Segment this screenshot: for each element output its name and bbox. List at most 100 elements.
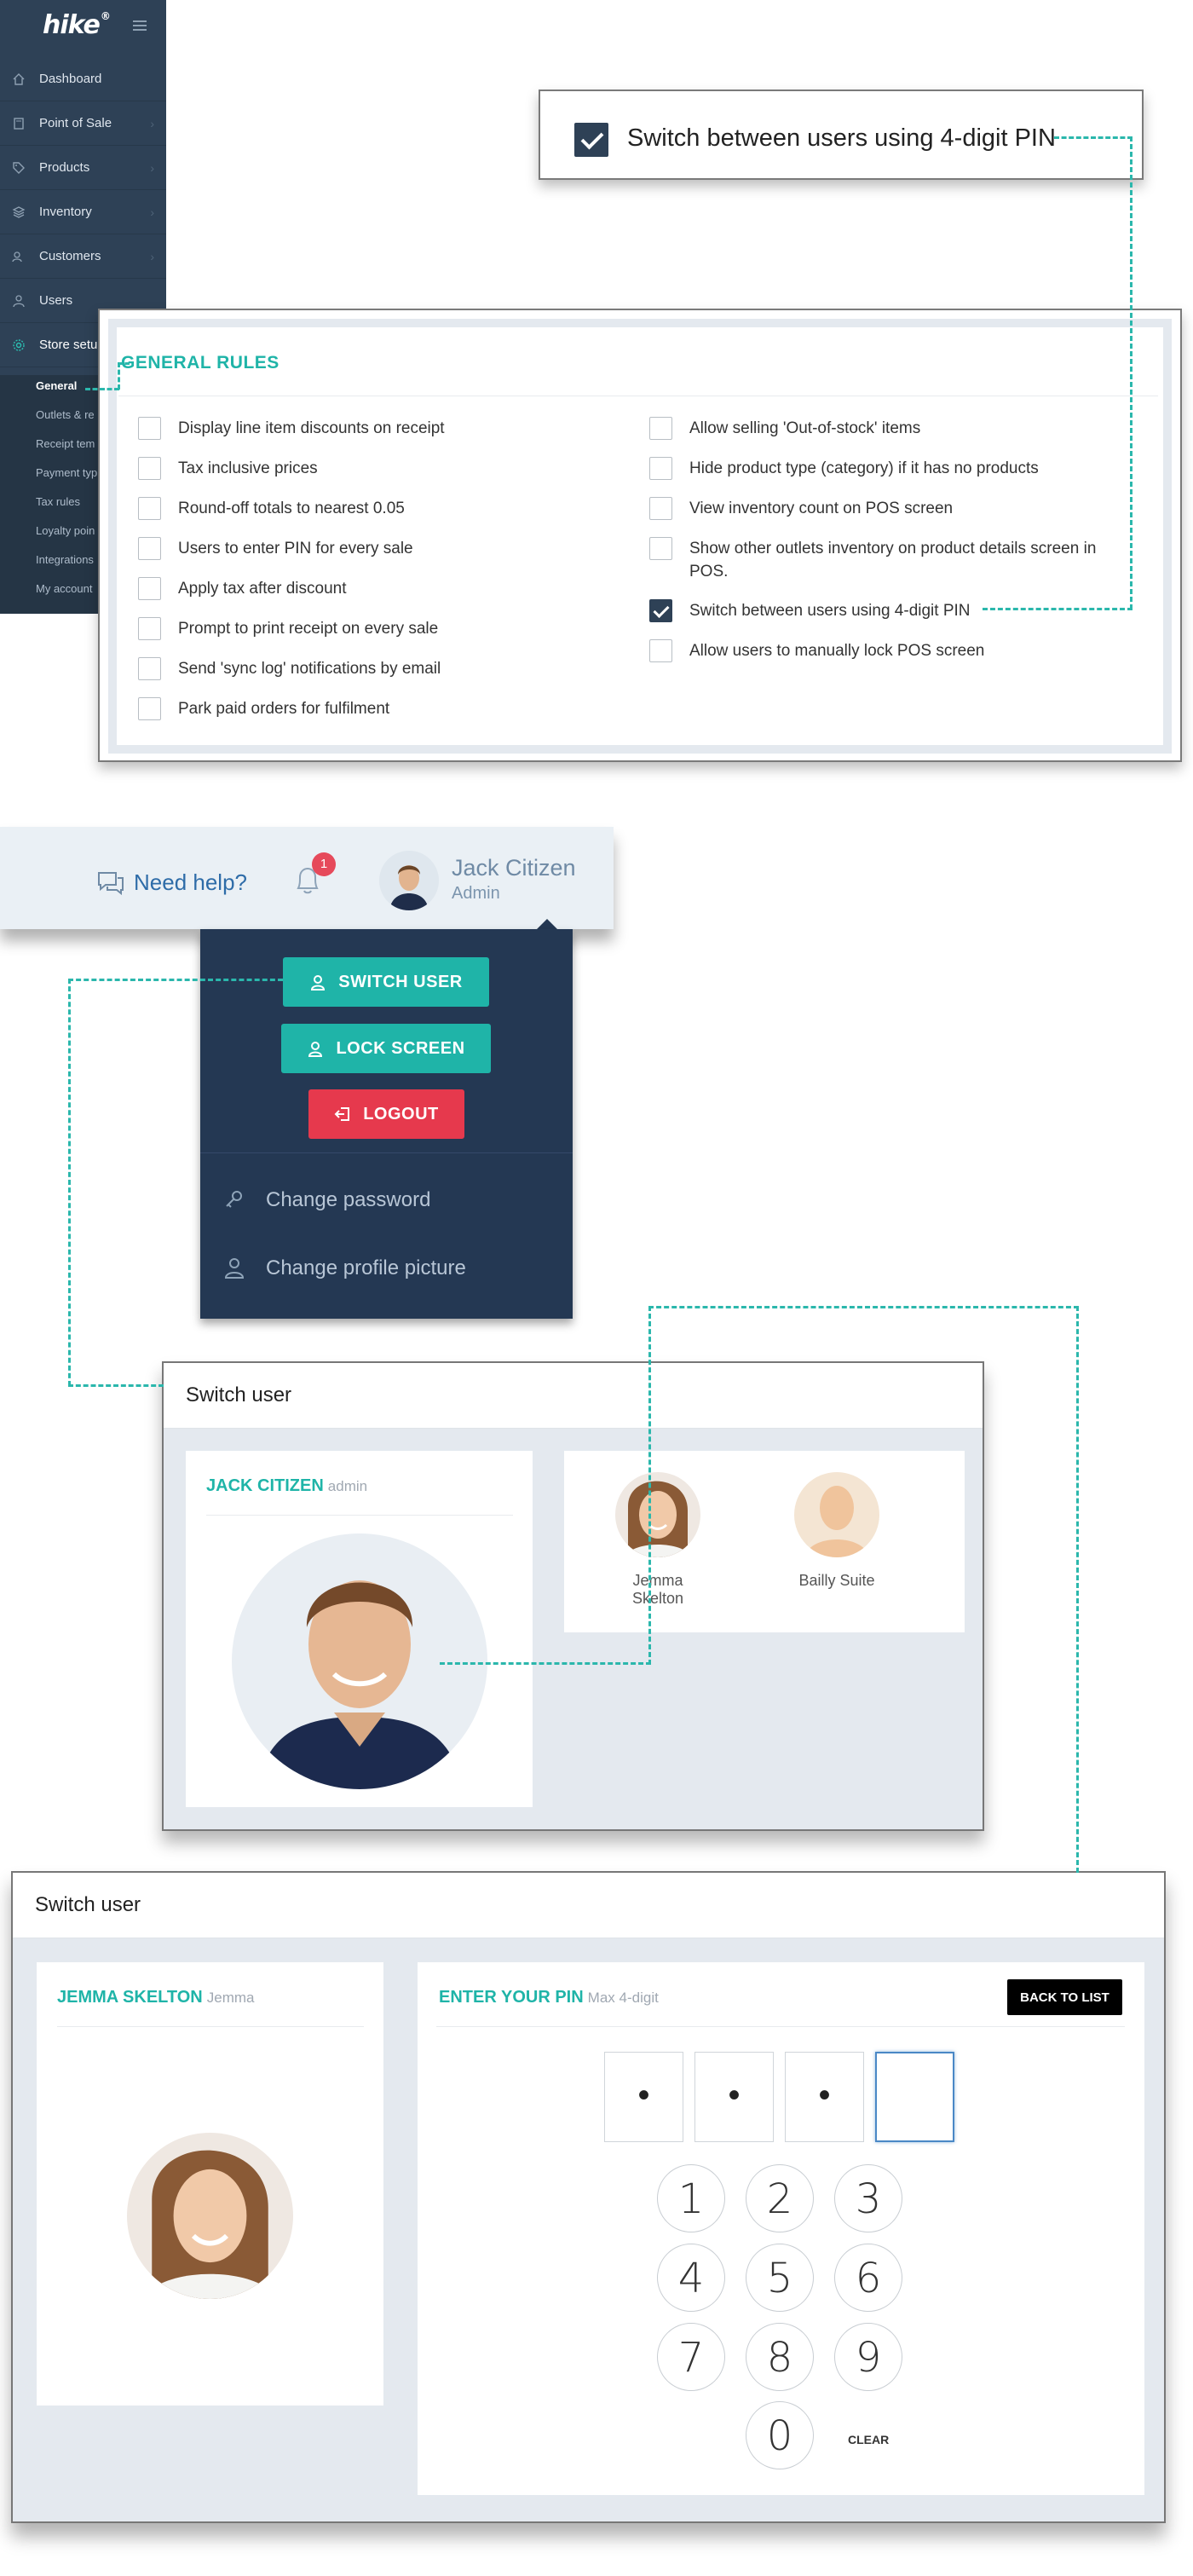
hike-logo[interactable]: hike® [43, 10, 111, 40]
rule-checkbox[interactable] [138, 537, 161, 560]
rule-item[interactable]: Show other outlets inventory on product … [649, 537, 1127, 583]
sidebar-item-label: Products [39, 160, 90, 175]
logout-icon [334, 1107, 350, 1121]
sidebar-item-products[interactable]: Products › [0, 146, 166, 190]
selected-user-avatar [127, 2133, 293, 2299]
logout-button[interactable]: LOGOUT [308, 1089, 464, 1139]
pin-title: ENTER YOUR PIN Max 4-digit [439, 1988, 659, 2007]
key-icon [226, 1191, 242, 1208]
subnav-outlets[interactable]: Outlets & re [36, 408, 95, 421]
change-password-link[interactable]: Change password [266, 1188, 430, 1212]
rule-checkbox[interactable] [649, 537, 672, 560]
sidebar-item-dashboard[interactable]: Dashboard [0, 57, 166, 101]
connector-line [1076, 1306, 1079, 1873]
chevron-right-icon: › [150, 160, 154, 175]
subnav-payment-types[interactable]: Payment typ [36, 466, 97, 479]
rule-checkbox[interactable] [138, 497, 161, 520]
switch-user-pin-dialog: Switch user JEMMA SKELTON Jemma ENTER YOU… [11, 1871, 1166, 2523]
general-rules-panel: GENERAL RULES Display line item discount… [98, 309, 1182, 762]
keypad-2[interactable]: 2 [746, 2164, 814, 2232]
sidebar-item-point-of-sale[interactable]: Point of Sale › [0, 101, 166, 146]
subnav-tax-rules[interactable]: Tax rules [36, 495, 80, 508]
rule-label: Show other outlets inventory on product … [689, 540, 1097, 580]
need-help-link[interactable]: Need help? [134, 869, 247, 896]
rule-item[interactable]: Prompt to print receipt on every sale [138, 617, 438, 640]
rule-item[interactable]: Apply tax after discount [138, 577, 347, 600]
user-icon [224, 1258, 245, 1279]
keypad-0[interactable]: 0 [746, 2401, 814, 2469]
subnav-receipt-templates[interactable]: Receipt tem [36, 437, 95, 450]
pin-digit-2[interactable]: • [694, 2052, 774, 2142]
rule-item[interactable]: Hide product type (category) if it has n… [649, 457, 1039, 480]
chat-help-icon[interactable] [95, 869, 126, 897]
user-option-name: Bailly Suite [798, 1572, 875, 1589]
pin-digit-4[interactable] [875, 2052, 954, 2142]
layers-icon [12, 205, 26, 218]
switch-user-button[interactable]: SWITCH USER [283, 957, 489, 1007]
avatar[interactable] [379, 851, 439, 910]
rule-checkbox[interactable] [649, 457, 672, 480]
rule-checkbox[interactable] [138, 617, 161, 640]
keypad-1[interactable]: 1 [657, 2164, 725, 2232]
rule-checkbox[interactable] [649, 417, 672, 440]
tag-icon [13, 161, 25, 174]
connector-line [118, 362, 130, 365]
keypad-5[interactable]: 5 [746, 2244, 814, 2312]
subnav-loyalty-points[interactable]: Loyalty poin [36, 524, 95, 537]
rule-label: Apply tax after discount [178, 580, 347, 598]
keypad-3[interactable]: 3 [834, 2164, 902, 2232]
sidebar-item-customers[interactable]: Customers › [0, 234, 166, 279]
chevron-right-icon: › [150, 249, 154, 263]
rule-item[interactable]: Park paid orders for fulfilment [138, 697, 389, 720]
rule-checkbox[interactable] [138, 457, 161, 480]
connector-line [118, 362, 120, 390]
sidebar-item-inventory[interactable]: Inventory › [0, 190, 166, 234]
rule-item[interactable]: Allow selling 'Out-of-stock' items [649, 417, 920, 440]
lock-screen-button[interactable]: LOCK SCREEN [281, 1024, 491, 1073]
keypad-4[interactable]: 4 [657, 2244, 725, 2312]
pin-switch-checkbox[interactable] [574, 123, 608, 157]
rule-checkbox[interactable] [649, 639, 672, 662]
rule-label: Prompt to print receipt on every sale [178, 620, 439, 638]
keypad-7[interactable]: 7 [657, 2323, 725, 2391]
rule-item-pin-switch[interactable]: Switch between users using 4-digit PIN [649, 599, 971, 622]
pin-digit-1[interactable]: • [604, 2052, 683, 2142]
rule-checkbox[interactable] [138, 697, 161, 720]
rule-label: Allow users to manually lock POS screen [689, 642, 985, 660]
connector-line [68, 1384, 164, 1387]
rule-label: View inventory count on POS screen [689, 500, 954, 517]
back-to-list-button[interactable]: BACK TO LIST [1007, 1979, 1122, 2015]
avatar [615, 1472, 700, 1557]
rule-checkbox[interactable] [138, 577, 161, 600]
rule-label: Switch between users using 4-digit PIN [689, 602, 971, 620]
connector-line [648, 1306, 651, 1665]
rule-item[interactable]: Round-off totals to nearest 0.05 [138, 497, 405, 520]
rule-checkbox[interactable] [649, 599, 672, 622]
subnav-general[interactable]: General [36, 379, 77, 392]
subnav-integrations[interactable]: Integrations [36, 553, 94, 566]
rule-checkbox[interactable] [649, 497, 672, 520]
rule-checkbox[interactable] [138, 417, 161, 440]
user-name[interactable]: Jack Citizen [452, 855, 576, 881]
keypad-8[interactable]: 8 [746, 2323, 814, 2391]
rule-item[interactable]: Send 'sync log' notifications by email [138, 657, 441, 680]
general-rules-inner [117, 327, 1163, 745]
rule-item[interactable]: View inventory count on POS screen [649, 497, 953, 520]
connector-line [1054, 136, 1132, 139]
avatar-placeholder-icon [794, 1472, 879, 1557]
rule-item[interactable]: Allow users to manually lock POS screen [649, 639, 984, 662]
notification-badge: 1 [312, 852, 336, 876]
rule-checkbox[interactable] [138, 657, 161, 680]
menu-toggle-icon[interactable] [133, 20, 147, 31]
keypad-9[interactable]: 9 [834, 2323, 902, 2391]
pin-digit-3[interactable]: • [785, 2052, 864, 2142]
rule-item[interactable]: Display line item discounts on receipt [138, 417, 445, 440]
rule-item[interactable]: Tax inclusive prices [138, 457, 318, 480]
rule-item[interactable]: Users to enter PIN for every sale [138, 537, 413, 560]
clear-button[interactable]: CLEAR [848, 2433, 889, 2446]
keypad-6[interactable]: 6 [834, 2244, 902, 2312]
change-profile-picture-link[interactable]: Change profile picture [266, 1256, 466, 1280]
user-option-jemma[interactable]: Jemma Skelton [611, 1472, 705, 1608]
subnav-my-account[interactable]: My account [36, 582, 92, 595]
user-option-bailly[interactable]: Bailly Suite [790, 1472, 884, 1590]
